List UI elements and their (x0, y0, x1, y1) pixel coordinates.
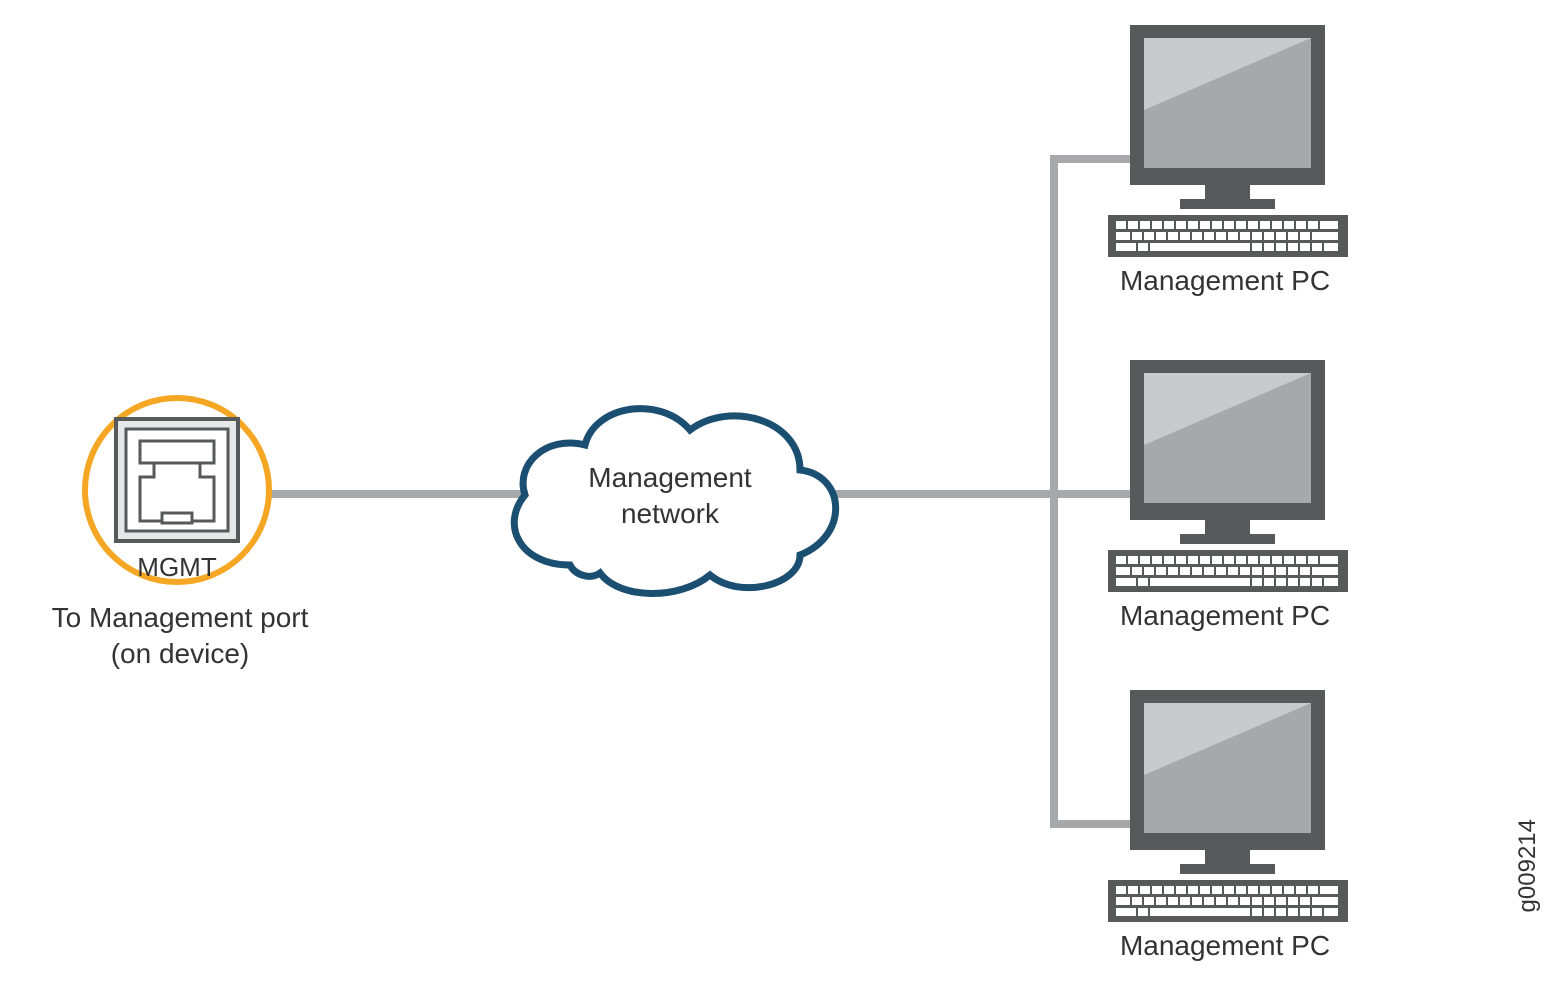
management-pc-2: Management PC (1075, 355, 1375, 632)
management-pc-1: Management PC (1075, 20, 1375, 297)
computer-icon (1090, 20, 1360, 260)
mgmt-port-label: MGMT (112, 552, 242, 583)
computer-icon (1090, 685, 1360, 925)
pc-label: Management PC (1075, 265, 1375, 297)
pc-label: Management PC (1075, 930, 1375, 962)
computer-icon (1090, 355, 1360, 595)
mgmt-port-caption-line1: To Management port (52, 602, 309, 633)
cloud-label-line1: Management (588, 462, 751, 493)
mgmt-port-caption: To Management port (on device) (20, 600, 340, 673)
pc-label: Management PC (1075, 600, 1375, 632)
management-pc-3: Management PC (1075, 685, 1375, 962)
diagram-root: MGMT To Management port (on device) Mana… (0, 0, 1560, 992)
mgmt-port-caption-line2: (on device) (111, 638, 250, 669)
ethernet-port-icon (112, 415, 242, 545)
cloud-label-line2: network (621, 498, 719, 529)
figure-id: g009214 (1514, 819, 1542, 912)
cloud-label: Management network (480, 460, 860, 533)
